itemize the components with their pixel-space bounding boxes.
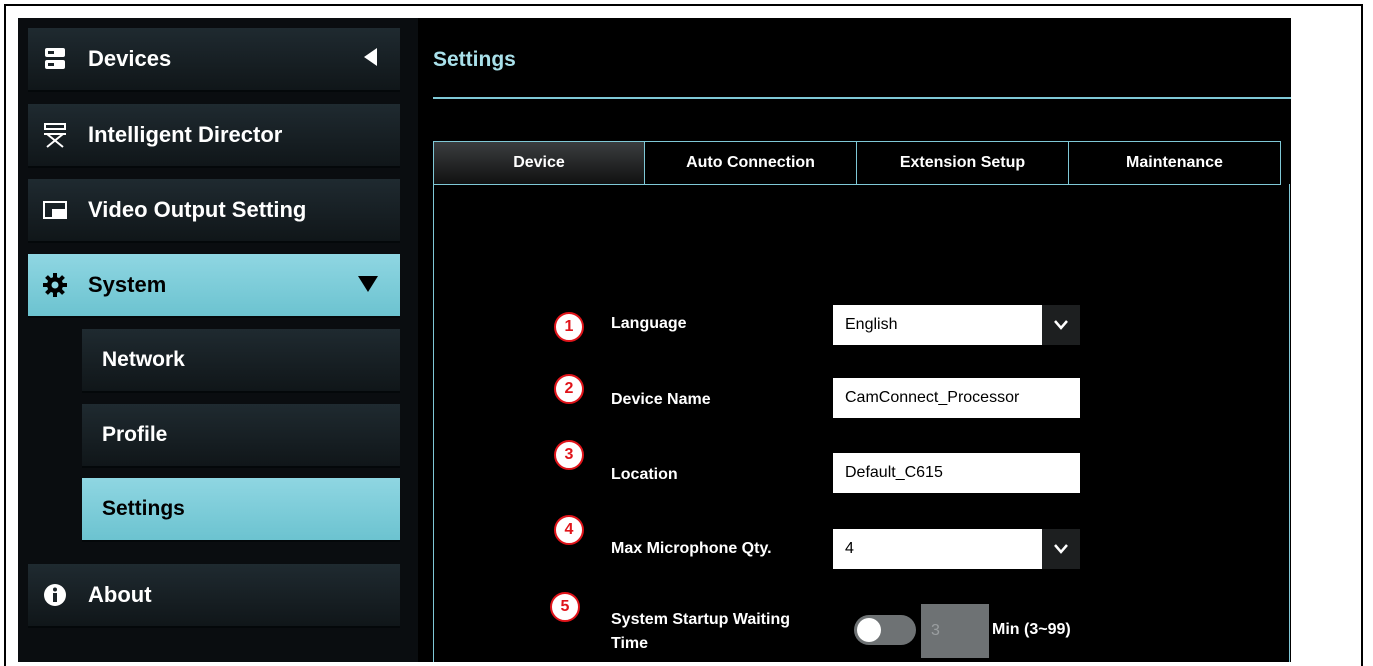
server-icon <box>42 46 68 72</box>
sidebar-item-label: Network <box>102 348 185 371</box>
sidebar-item-settings[interactable]: Settings <box>82 478 400 542</box>
sidebar-item-system[interactable]: System <box>28 254 400 318</box>
startup-wait-label-line1: System Startup Waiting <box>611 611 790 628</box>
title-divider <box>433 97 1291 99</box>
annotation-marker: 5 <box>550 592 580 622</box>
sidebar-item-profile[interactable]: Profile <box>82 404 400 468</box>
tab-extension-setup[interactable]: Extension Setup <box>857 141 1069 185</box>
gear-icon <box>42 272 68 298</box>
tab-device[interactable]: Device <box>433 141 645 185</box>
language-value: English <box>845 316 898 333</box>
chevron-down-icon <box>1054 320 1068 330</box>
sidebar-item-label: About <box>88 582 152 607</box>
tab-auto-connection[interactable]: Auto Connection <box>645 141 857 185</box>
sidebar-item-devices[interactable]: Devices <box>28 28 400 92</box>
max-microphone-dropdown-button[interactable] <box>1042 529 1080 569</box>
sidebar-item-label: Profile <box>102 423 168 446</box>
startup-wait-unit: Min (3~99) <box>992 621 1071 638</box>
chevron-left-icon <box>364 46 378 72</box>
sidebar-item-intelligent-director[interactable]: Intelligent Director <box>28 104 400 168</box>
language-dropdown-button[interactable] <box>1042 305 1080 345</box>
sidebar-item-label: Intelligent Director <box>88 122 283 147</box>
sidebar-item-label: Video Output Setting <box>88 197 307 222</box>
sidebar-item-about[interactable]: About <box>28 564 400 628</box>
max-microphone-value: 4 <box>845 540 854 557</box>
startup-wait-input[interactable]: 3 <box>921 604 989 658</box>
director-chair-icon <box>42 122 68 148</box>
startup-wait-label-line2: Time <box>611 635 649 652</box>
device-name-input[interactable]: CamConnect_Processor <box>833 378 1080 418</box>
location-input[interactable]: Default_C615 <box>833 453 1080 493</box>
language-select[interactable]: English <box>833 305 1059 345</box>
page-title: Settings <box>433 48 516 71</box>
sidebar-item-video-output[interactable]: Video Output Setting <box>28 179 400 243</box>
annotation-marker: 3 <box>554 440 584 470</box>
info-icon <box>42 582 68 608</box>
annotation-marker: 2 <box>554 374 584 404</box>
tab-maintenance[interactable]: Maintenance <box>1069 141 1281 185</box>
max-microphone-select[interactable]: 4 <box>833 529 1059 569</box>
sidebar-item-label: Devices <box>88 46 172 71</box>
sidebar-item-network[interactable]: Network <box>82 329 400 393</box>
settings-panel <box>433 184 1290 662</box>
startup-wait-label: System Startup Waiting Time <box>611 608 790 656</box>
sidebar-item-label: System <box>88 272 167 297</box>
language-label: Language <box>611 315 687 332</box>
tab-bar: Device Auto Connection Extension Setup M… <box>433 141 1281 185</box>
sidebar: Devices Intelligent Director Video Outpu… <box>18 18 418 662</box>
chevron-down-icon <box>358 272 378 298</box>
annotation-marker: 4 <box>554 515 584 545</box>
device-name-label: Device Name <box>611 391 711 408</box>
location-label: Location <box>611 466 678 483</box>
max-microphone-label: Max Microphone Qty. <box>611 540 772 557</box>
app-window: Devices Intelligent Director Video Outpu… <box>18 18 1291 662</box>
annotation-marker: 1 <box>554 312 584 342</box>
chevron-down-icon <box>1054 544 1068 554</box>
toggle-knob <box>857 618 881 642</box>
sidebar-item-label: Settings <box>102 497 185 520</box>
startup-wait-toggle[interactable] <box>854 615 916 645</box>
video-output-icon <box>42 197 68 223</box>
